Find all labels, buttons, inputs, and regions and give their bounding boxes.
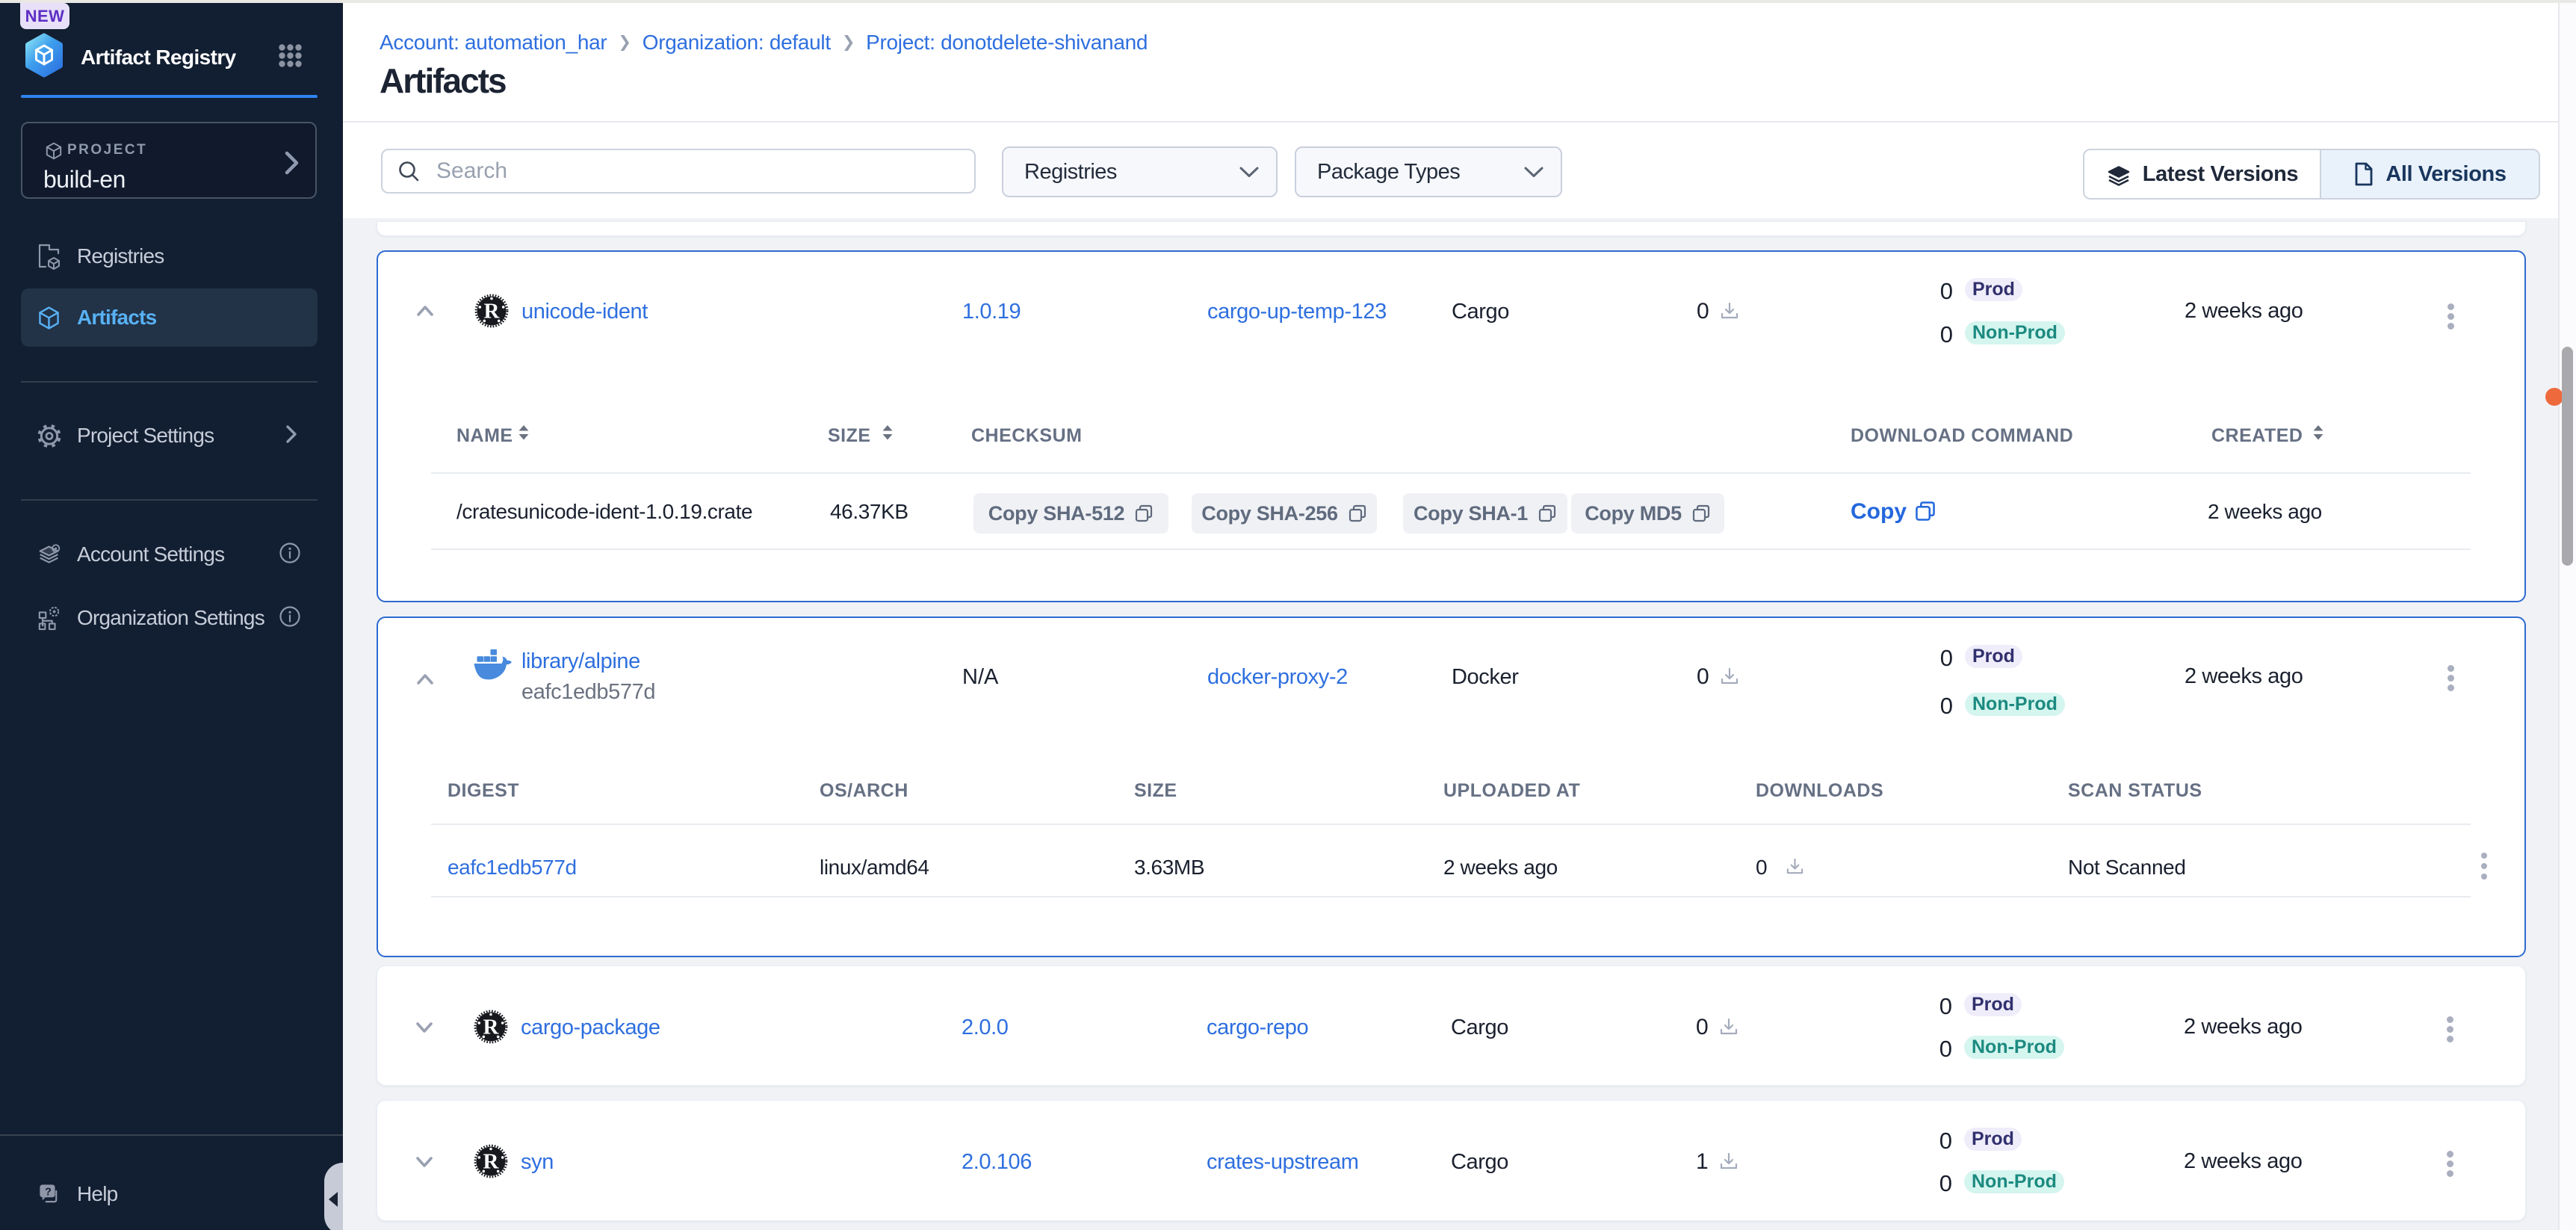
svg-text:?: ? [45,1186,52,1198]
